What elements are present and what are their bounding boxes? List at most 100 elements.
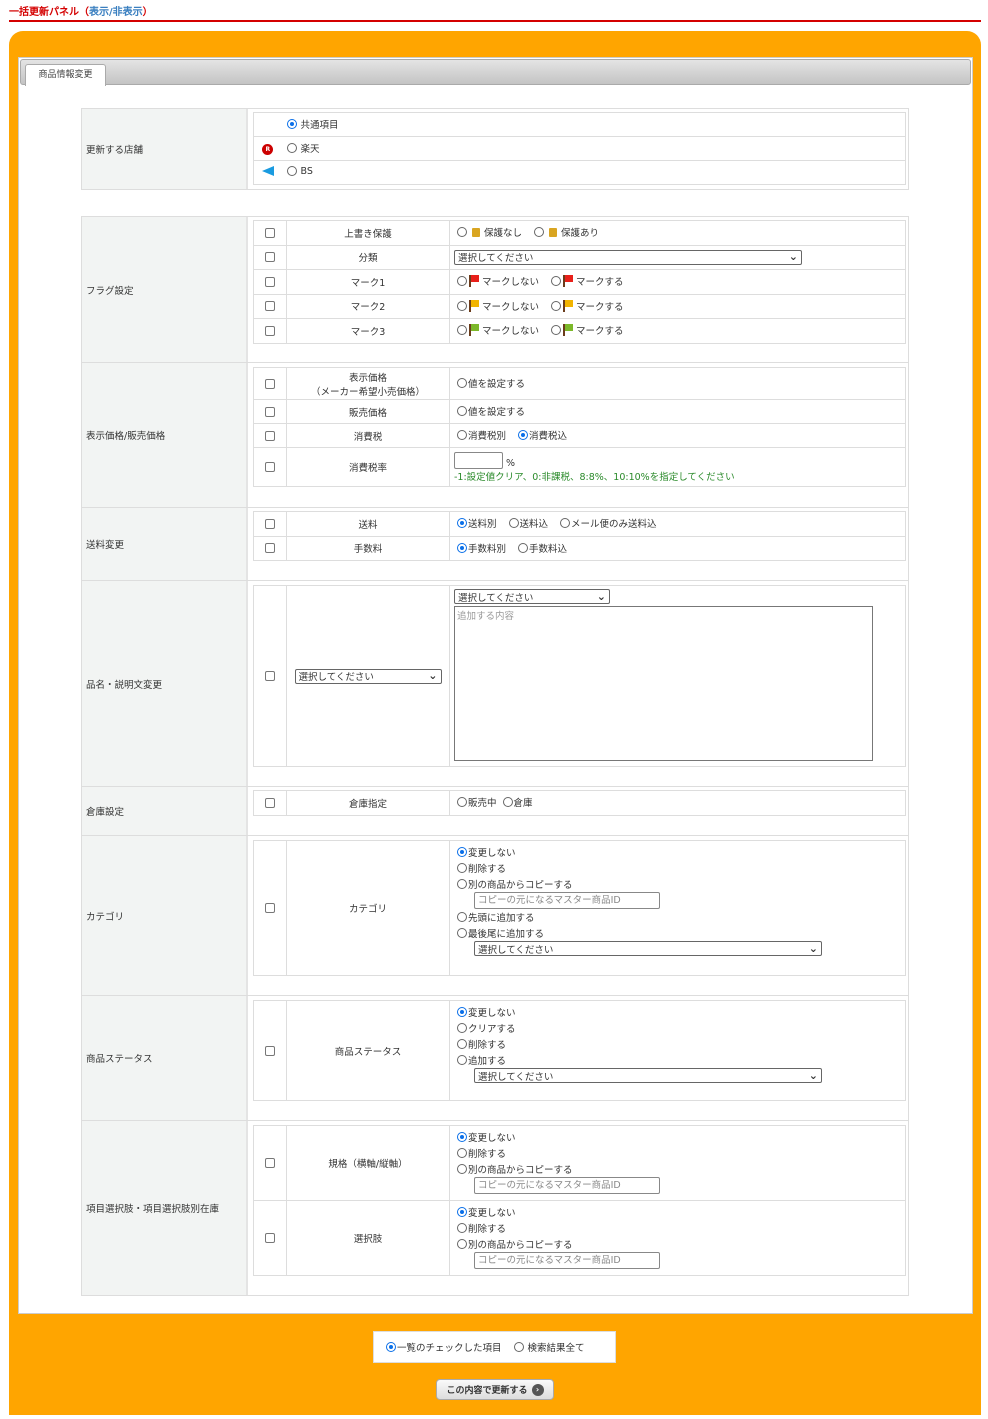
radio-label: 別の商品からコピーする (468, 1165, 573, 1176)
row-label: マーク2 (286, 293, 450, 319)
radio[interactable] (457, 378, 467, 388)
radio-label: 追加する (468, 1056, 507, 1067)
radio[interactable] (560, 518, 571, 529)
radio[interactable] (457, 1239, 467, 1249)
radio-label: 削除する (468, 864, 507, 875)
checkbox[interactable] (265, 797, 275, 808)
radio-label: マークしない (482, 326, 540, 338)
radio[interactable] (457, 542, 467, 553)
category-select[interactable]: 選択してください (474, 941, 822, 956)
content-textarea[interactable]: 追加する内容 (454, 606, 873, 761)
master-id-input[interactable]: コピーの元になるマスター商品ID (474, 1252, 660, 1269)
row-label: 消費税率 (286, 447, 450, 487)
radio[interactable] (518, 430, 529, 440)
radio-label: 別の商品からコピーする (468, 1240, 573, 1251)
arrow-right-icon: › (531, 1383, 544, 1396)
tab-product-info[interactable]: 商品情報変更 (25, 64, 106, 86)
radio-all-results[interactable] (513, 1342, 524, 1352)
section-store: 更新する店舗 共通項目 R 楽天 BS (81, 108, 909, 190)
radio[interactable] (457, 863, 467, 873)
radio[interactable] (286, 119, 297, 129)
radio[interactable] (457, 912, 467, 922)
checkbox[interactable] (265, 227, 275, 238)
radio[interactable] (457, 430, 467, 440)
radio[interactable] (534, 227, 545, 238)
radio[interactable] (551, 276, 562, 287)
radio[interactable] (508, 518, 519, 529)
radio[interactable] (457, 1007, 467, 1017)
radio[interactable] (457, 879, 467, 889)
select-value: 選択してください (458, 253, 534, 265)
yellow-flag-icon (469, 299, 479, 312)
radio-label: 値を設定する (468, 379, 526, 390)
radio[interactable] (457, 1039, 467, 1049)
checkbox[interactable] (265, 518, 275, 529)
radio-label: 削除する (468, 1040, 507, 1051)
radio-checked-items[interactable] (386, 1342, 396, 1352)
radio[interactable] (457, 1223, 467, 1233)
radio[interactable] (457, 1023, 467, 1033)
radio-label: BS (300, 165, 313, 177)
radio[interactable] (502, 797, 513, 808)
radio[interactable] (551, 325, 562, 336)
radio[interactable] (457, 1207, 467, 1217)
unlock-icon (472, 227, 480, 237)
checkbox[interactable] (265, 276, 275, 287)
radio[interactable] (518, 542, 529, 553)
radio[interactable] (551, 300, 562, 311)
select-value: 選択してください (298, 672, 374, 683)
radio[interactable] (457, 847, 467, 857)
checkbox[interactable] (265, 1233, 275, 1243)
checkbox[interactable] (265, 406, 275, 417)
checkbox[interactable] (265, 1158, 275, 1168)
update-target-selector: 一覧のチェックした項目 検索結果全て (373, 1331, 616, 1363)
radio[interactable] (457, 276, 467, 287)
select-value: 選択してください (478, 1071, 554, 1083)
tab-bar: 商品情報変更 (20, 59, 971, 86)
radio[interactable] (457, 1055, 467, 1065)
section-label: 送料変更 (82, 508, 248, 580)
radio-label: 先頭に追加する (468, 913, 535, 924)
radio[interactable] (457, 1148, 467, 1158)
radio[interactable] (457, 1164, 467, 1174)
field-select[interactable]: 選択してください (294, 668, 442, 684)
radio-rakuten[interactable]: 楽天 (286, 141, 320, 155)
mode-select[interactable]: 選択してください (454, 589, 610, 604)
radio[interactable] (286, 166, 297, 177)
status-select[interactable]: 選択してください (474, 1068, 822, 1083)
checkbox[interactable] (265, 671, 275, 681)
checkbox[interactable] (265, 378, 275, 389)
section-price: 表示価格/販売価格 表示価格 （メーカー希望小売価格） 値を設定する 販売価格 値を設… (81, 362, 909, 508)
radio-common[interactable]: 共通項目 (286, 117, 339, 131)
checkbox[interactable] (265, 543, 275, 554)
radio[interactable] (457, 325, 467, 336)
master-id-input[interactable]: コピーの元になるマスター商品ID (474, 1177, 660, 1194)
radio[interactable] (457, 1132, 467, 1142)
radio-label: 検索結果全て (527, 1343, 585, 1354)
toggle-link[interactable]: 表示/非表示 (89, 7, 143, 18)
submit-update-button[interactable]: この内容で更新する › (436, 1379, 554, 1400)
radio-label: 保護あり (561, 228, 600, 240)
row-label: マーク3 (286, 318, 450, 344)
radio[interactable] (457, 227, 467, 238)
checkbox[interactable] (265, 301, 275, 312)
radio[interactable] (457, 928, 467, 938)
radio-bs[interactable]: BS (286, 165, 313, 177)
checkbox[interactable] (265, 462, 275, 472)
radio[interactable] (457, 406, 467, 416)
radio[interactable] (457, 797, 467, 808)
radio[interactable] (286, 143, 297, 153)
checkbox[interactable] (265, 430, 275, 441)
category-select[interactable]: 選択してください (454, 249, 802, 265)
radio[interactable] (457, 300, 467, 311)
radio-label: 変更しない (468, 848, 516, 859)
checkbox[interactable] (265, 325, 275, 336)
checkbox[interactable] (265, 252, 275, 263)
master-id-input[interactable]: コピーの元になるマスター商品ID (474, 892, 660, 909)
tax-rate-input[interactable] (454, 451, 503, 469)
radio[interactable] (457, 518, 467, 529)
radio-label: 共通項目 (300, 120, 339, 131)
checkbox[interactable] (265, 903, 275, 913)
radio-label: 一覧のチェックした項目 (397, 1343, 502, 1354)
checkbox[interactable] (265, 1045, 275, 1056)
